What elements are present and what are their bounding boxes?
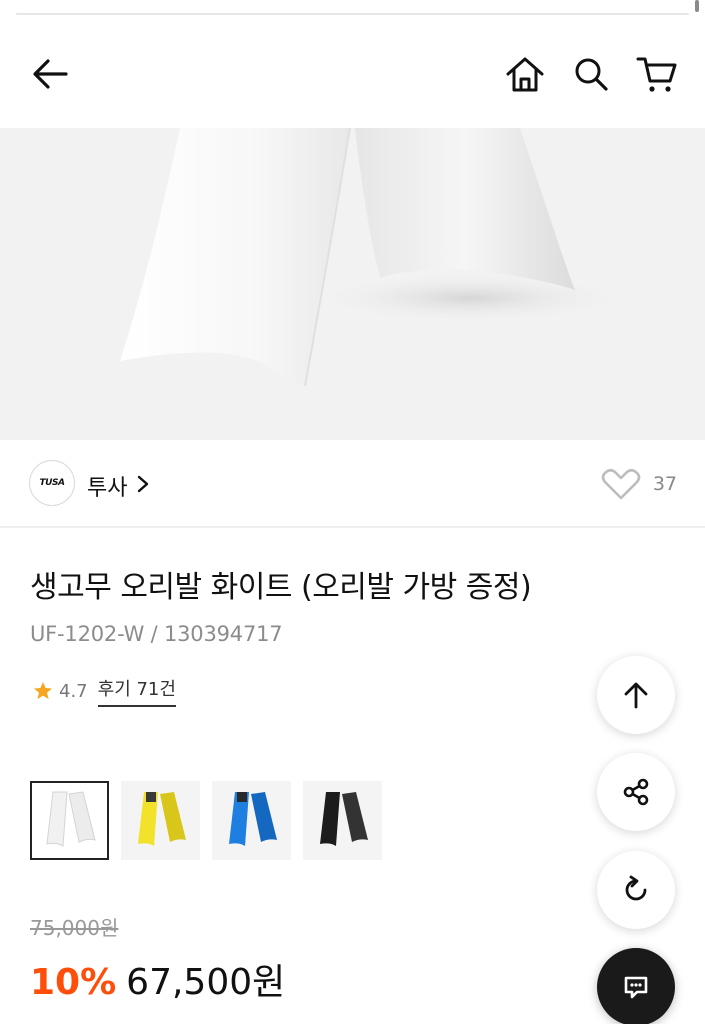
wishlist-button[interactable]: 37 <box>601 468 677 500</box>
chat-button[interactable] <box>597 948 675 1024</box>
product-model-number: UF-1202-W / 130394717 <box>30 622 283 646</box>
home-icon <box>506 57 544 92</box>
back-button[interactable] <box>26 50 74 98</box>
chevron-right-icon <box>137 475 149 493</box>
arrow-left-icon <box>33 59 68 89</box>
review-count-link[interactable]: 후기 71건 <box>97 675 176 707</box>
variant-thumb-white[interactable] <box>30 781 109 860</box>
top-strip <box>0 0 705 16</box>
share-button[interactable] <box>597 753 675 831</box>
price-row: 10% 67,500원 <box>30 953 285 1005</box>
home-button[interactable] <box>501 50 549 98</box>
variant-thumb-blue[interactable] <box>212 781 291 860</box>
search-button[interactable] <box>567 50 615 98</box>
wishlist-count: 37 <box>652 473 677 495</box>
brand-name-link[interactable]: 투사 <box>87 470 127 502</box>
brand-logo[interactable]: TUSA <box>29 460 75 506</box>
discount-rate: 10% <box>30 962 117 1003</box>
product-image[interactable] <box>0 128 705 440</box>
arrow-up-icon <box>624 682 648 709</box>
fin-image-yellow <box>137 791 186 846</box>
refresh-icon <box>625 875 647 901</box>
cart-icon <box>636 57 677 92</box>
header-actions <box>501 50 681 98</box>
fin-image-black <box>319 791 368 846</box>
cart-button[interactable] <box>633 50 681 98</box>
refresh-button[interactable] <box>597 851 675 929</box>
scrollbar[interactable] <box>695 0 699 12</box>
color-variant-list <box>30 781 382 860</box>
fin-image-blue <box>228 791 277 846</box>
product-title: 생고무 오리발 화이트 (오리발 가방 증정) <box>30 570 532 605</box>
brand-row: TUSA 투사 37 <box>0 440 705 528</box>
header <box>0 18 705 128</box>
search-icon <box>575 58 608 91</box>
fin-image-white <box>45 790 96 847</box>
chat-icon <box>624 976 648 999</box>
share-icon <box>623 778 649 806</box>
variant-thumb-black[interactable] <box>303 781 382 860</box>
heart-icon <box>601 468 641 500</box>
star-icon <box>34 682 52 699</box>
original-price: 75,000원 <box>30 916 119 940</box>
rating-value: 4.7 <box>59 680 88 702</box>
sale-price: 67,500원 <box>126 962 286 1003</box>
divider <box>16 13 689 15</box>
product-photo-fins <box>120 128 630 387</box>
rating-summary: 4.7 후기 71건 <box>33 675 176 707</box>
variant-thumb-yellow[interactable] <box>121 781 200 860</box>
scroll-top-button[interactable] <box>597 656 675 734</box>
